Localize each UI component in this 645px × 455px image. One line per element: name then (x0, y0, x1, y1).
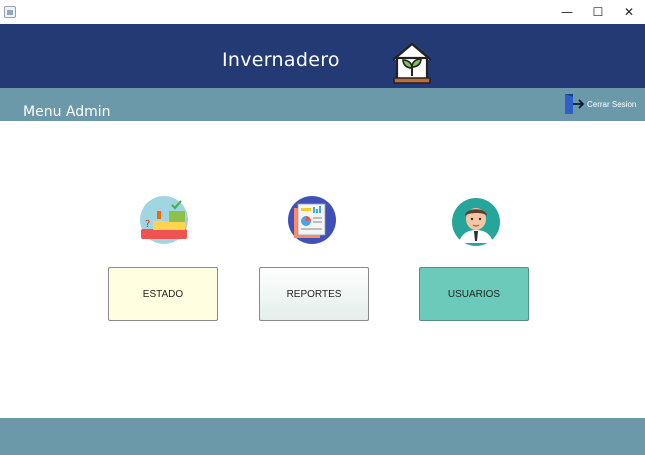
app-title: Invernadero (222, 49, 340, 71)
estado-button[interactable]: ESTADO (108, 267, 218, 321)
section-bar: Menu Admin Cerrar Sesion (0, 88, 645, 121)
svg-text:?: ? (145, 219, 150, 230)
maximize-button[interactable]: ☐ (583, 0, 613, 24)
close-button[interactable]: ✕ (614, 0, 644, 24)
report-documents-icon (288, 196, 336, 244)
logout-button[interactable]: Cerrar Sesion (563, 92, 636, 116)
user-avatar-icon (452, 198, 500, 246)
logout-door-icon (565, 94, 585, 114)
usuarios-button[interactable]: USUARIOS (419, 267, 529, 321)
section-title: Menu Admin (23, 104, 111, 120)
app-header: Invernadero (0, 24, 645, 88)
status-steps-icon: ? (140, 196, 188, 244)
reportes-button[interactable]: REPORTES (259, 267, 369, 321)
footer-bar (0, 418, 645, 455)
window-titlebar: — ☐ ✕ (0, 0, 645, 24)
greenhouse-plant-icon (392, 42, 432, 84)
java-window-icon (4, 6, 16, 18)
logout-label: Cerrar Sesion (587, 99, 637, 109)
minimize-button[interactable]: — (552, 0, 582, 24)
